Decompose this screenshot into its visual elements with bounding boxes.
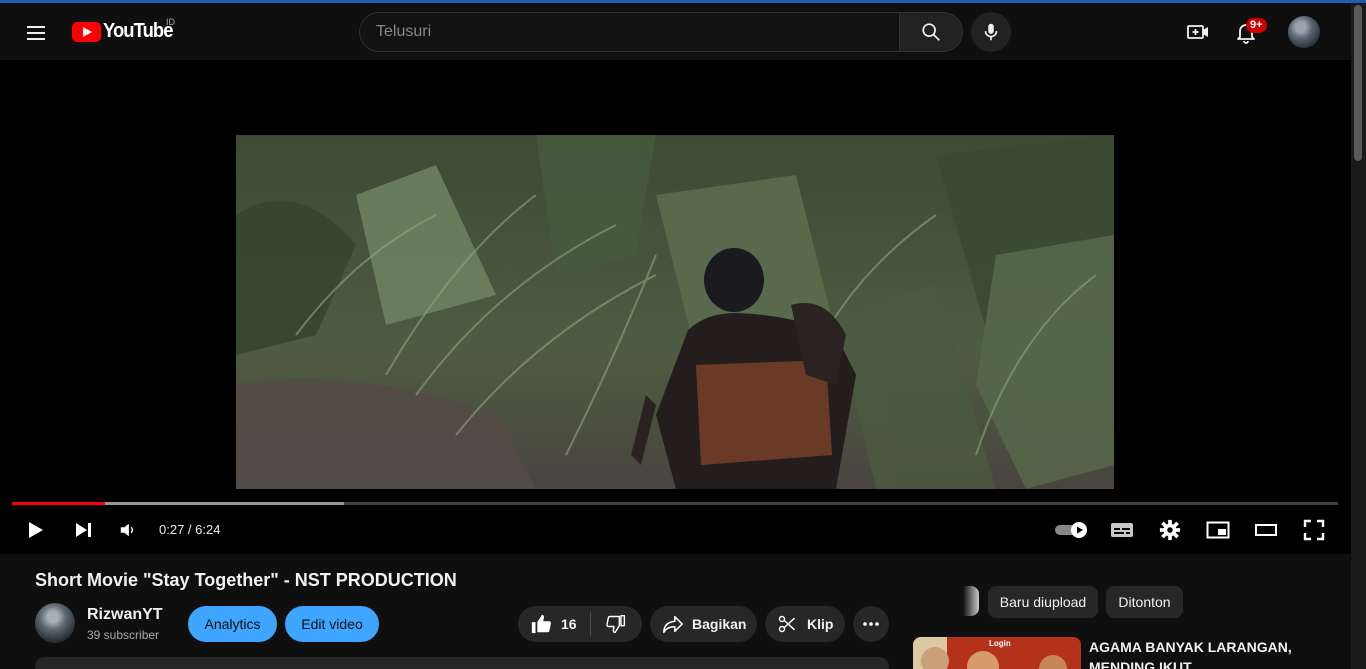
video-details: Short Movie "Stay Together" - NST PRODUC… (0, 554, 1351, 669)
voice-search-button[interactable] (971, 12, 1011, 52)
more-actions-button[interactable] (853, 606, 889, 642)
scrollbar-thumb[interactable] (1354, 5, 1362, 161)
share-button[interactable]: Bagikan (650, 606, 757, 642)
search-button[interactable] (899, 12, 963, 52)
fullscreen-button[interactable] (1300, 515, 1328, 545)
like-dislike-group: 16 (518, 606, 642, 642)
youtube-play-logo-icon (72, 21, 101, 42)
clip-label: Klip (807, 616, 834, 632)
subtitles-button[interactable] (1108, 515, 1136, 545)
clip-button[interactable]: Klip (765, 606, 845, 642)
like-button[interactable]: 16 (518, 613, 590, 635)
recommendation-thumbnail[interactable]: Login (913, 637, 1081, 669)
channel-name[interactable]: RizwanYT (87, 606, 163, 624)
logo-text: YouTube (103, 20, 173, 42)
search-input[interactable] (376, 23, 900, 41)
chip-recent-uploads[interactable]: Baru diupload (988, 586, 1098, 618)
search-icon (922, 23, 940, 41)
channel-avatar[interactable] (35, 603, 75, 643)
subscriber-count: 39 subscriber (87, 628, 160, 642)
progress-bar[interactable] (12, 502, 1338, 505)
chip-watched[interactable]: Ditonton (1106, 586, 1183, 618)
play-icon (29, 522, 43, 538)
video-title: Short Movie "Stay Together" - NST PRODUC… (35, 570, 457, 590)
youtube-logo[interactable]: YouTube (72, 20, 179, 43)
play-button[interactable] (20, 515, 50, 545)
create-button[interactable] (1178, 12, 1218, 52)
menu-icon[interactable] (16, 13, 56, 53)
thumbnail-text: Login (989, 639, 1011, 648)
chip-scroll-fade (963, 586, 979, 616)
more-horizontal-icon (863, 622, 879, 626)
masthead: YouTube ID 9+ (0, 3, 1351, 60)
create-video-icon (1187, 25, 1208, 39)
thumbs-up-icon (531, 614, 551, 634)
share-icon (663, 615, 683, 634)
page-scrollbar[interactable] (1351, 3, 1366, 669)
country-code: ID (166, 17, 175, 27)
dislike-button[interactable] (591, 614, 641, 634)
next-icon (76, 523, 91, 537)
thumbs-down-icon (606, 614, 626, 634)
microphone-icon (984, 23, 998, 41)
miniplayer-button[interactable] (1204, 515, 1232, 545)
settings-button[interactable] (1156, 515, 1184, 545)
volume-button[interactable] (114, 515, 142, 545)
video-still-image (236, 135, 1114, 489)
youtube-watch-page: YouTube ID 9+ (0, 0, 1366, 669)
thumbnail-image: Login (913, 637, 1081, 669)
avatar[interactable] (1288, 16, 1320, 48)
edit-video-button[interactable]: Edit video (285, 606, 379, 642)
theater-icon (1255, 524, 1277, 536)
analytics-button[interactable]: Analytics (188, 606, 277, 642)
time-display: 0:27 / 6:24 (159, 522, 221, 537)
volume-icon (120, 523, 134, 537)
autoplay-toggle[interactable] (1052, 515, 1090, 545)
settings-icon (1159, 519, 1181, 541)
fullscreen-icon (1303, 519, 1325, 541)
played-bar (12, 502, 105, 505)
description-box[interactable] (35, 657, 889, 669)
video-frame[interactable] (236, 135, 1114, 489)
next-button[interactable] (68, 515, 98, 545)
share-label: Bagikan (692, 616, 747, 632)
subtitles-icon (1111, 523, 1133, 537)
notifications-button[interactable]: 9+ (1226, 12, 1267, 52)
notification-badge: 9+ (1246, 18, 1267, 33)
video-player[interactable]: 0:27 / 6:24 (0, 60, 1351, 554)
autoplay-toggle-icon (1055, 522, 1087, 538)
recommendation-title[interactable]: AGAMA BANYAK LARANGAN, MENDING IKUT (1089, 637, 1339, 669)
scissors-icon (778, 615, 795, 633)
theater-mode-button[interactable] (1252, 515, 1280, 545)
search-box (359, 12, 900, 52)
miniplayer-icon (1206, 521, 1230, 539)
like-count: 16 (561, 616, 577, 632)
